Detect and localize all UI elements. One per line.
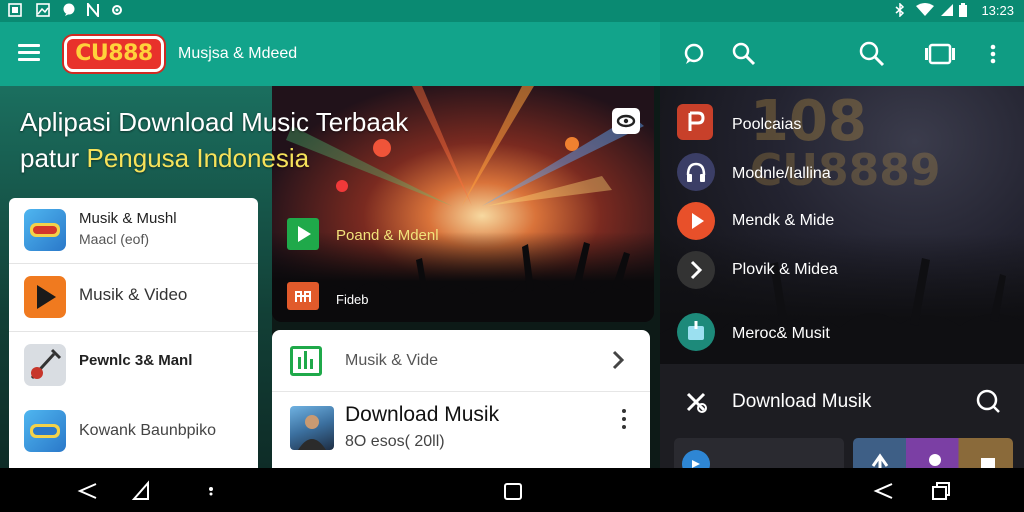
- guitar-icon: [24, 344, 66, 386]
- bottom-thumbnails[interactable]: [853, 438, 1013, 468]
- back-icon[interactable]: [872, 480, 894, 502]
- visibility-icon[interactable]: [612, 108, 640, 134]
- list-item-subtitle: Maacl (eof): [79, 231, 150, 247]
- hero-title-line1: Aplipasi Download Music Terbaak: [20, 107, 409, 137]
- more-vert-icon[interactable]: [988, 40, 998, 68]
- music-video-label: Musik & Vide: [345, 352, 439, 369]
- music-app-icon[interactable]: [677, 313, 715, 351]
- hero-title-line2: patur Pengusa Indonesia: [20, 140, 440, 176]
- gear-icon: [110, 3, 124, 17]
- app-bar-actions: [660, 22, 1024, 86]
- list-item[interactable]: Musik & Video: [9, 264, 258, 332]
- cast-icon[interactable]: [924, 40, 955, 68]
- equalizer-icon: [290, 346, 322, 376]
- back-icon[interactable]: [76, 480, 98, 502]
- concert-row2-label[interactable]: Fideb: [336, 292, 369, 308]
- chat-icon: [62, 3, 76, 17]
- menu-icon[interactable]: [18, 43, 42, 63]
- headset-icon[interactable]: [677, 153, 715, 191]
- play-icon[interactable]: [287, 218, 319, 250]
- side-item-label[interactable]: Poolcaias: [732, 115, 801, 135]
- concert-row1-label[interactable]: Poand & Mdenl: [336, 227, 439, 245]
- download-card: Musik & Vide Download Musik 8O esos( 20l…: [272, 330, 650, 468]
- search-icon[interactable]: [858, 40, 886, 68]
- list-item[interactable]: Kowank Baunbpiko: [9, 402, 258, 468]
- download-title[interactable]: Download Musik: [345, 402, 499, 428]
- app-bar-title: Musjsa & Mdeed: [178, 45, 298, 62]
- search-icon[interactable]: [975, 388, 1001, 414]
- app-logo-icon: [24, 410, 66, 452]
- video-icon[interactable]: [287, 282, 319, 310]
- hero-title-prefix: patur: [20, 143, 87, 173]
- status-time: 13:23: [981, 3, 1014, 18]
- download-row-title[interactable]: Download Musik: [732, 391, 871, 413]
- download-x-icon[interactable]: [684, 390, 708, 414]
- app-logo[interactable]: CU888: [64, 36, 164, 72]
- app-logo-icon: [24, 209, 66, 251]
- chevron-right-icon[interactable]: [677, 251, 715, 289]
- chat-bubble-icon[interactable]: [680, 40, 708, 68]
- artist-thumbnail[interactable]: [290, 406, 334, 450]
- podcast-icon[interactable]: [677, 104, 713, 140]
- music-video-row[interactable]: Musik & Vide: [272, 330, 650, 392]
- list-item-title: Pewnlc 3& Manl: [79, 352, 193, 369]
- status-bar: 13:23: [0, 0, 1024, 22]
- hero-title-highlight: Pengusa Indonesia: [86, 143, 310, 173]
- list-item[interactable]: Pewnlc 3& Manl: [9, 332, 258, 398]
- app-bar: CU888 Musjsa & Mdeed: [0, 22, 660, 86]
- side-item-label[interactable]: Mendk & Mide: [732, 211, 834, 231]
- more-vert-icon[interactable]: [620, 408, 628, 430]
- n-icon: [86, 1, 100, 19]
- recents-icon[interactable]: [930, 480, 952, 502]
- side-item-label[interactable]: Plovik & Midea: [732, 260, 838, 280]
- search-alt-icon[interactable]: [730, 40, 758, 68]
- download-subtitle: 8O esos( 20ll): [345, 433, 445, 450]
- bottom-card[interactable]: [674, 438, 844, 468]
- list-item-title: Kowank Baunbpiko: [79, 422, 216, 439]
- crowd-silhouette: [272, 232, 654, 322]
- bluetooth-icon: [893, 2, 907, 18]
- gallery-icon: [8, 3, 22, 17]
- signal-icon: [940, 3, 954, 17]
- dot-icon[interactable]: [207, 480, 215, 502]
- square-icon[interactable]: [502, 480, 524, 502]
- app-list-card: Musik & Mushl Maacl (eof) Musik & Video …: [9, 198, 258, 468]
- play-circle-icon[interactable]: [677, 202, 715, 240]
- screen: 13:23 CU888 Musjsa & Mdeed Poand & Mdenl…: [0, 0, 1024, 512]
- image-icon: [36, 3, 50, 17]
- side-item-label[interactable]: Meroc& Musit: [732, 324, 830, 344]
- navigation-bar: [0, 468, 1024, 512]
- side-item-label[interactable]: Modnle/Iallina: [732, 164, 831, 184]
- hero-title: Aplipasi Download Music Terbaak patur Pe…: [20, 104, 440, 176]
- list-item-title: Musik & Video: [79, 285, 188, 304]
- list-item-title: Musik & Mushl: [79, 210, 177, 227]
- list-item[interactable]: Musik & Mushl Maacl (eof): [9, 198, 258, 264]
- home-triangle-icon[interactable]: [130, 480, 152, 502]
- play-icon: [24, 276, 66, 318]
- chevron-right-icon[interactable]: [606, 348, 630, 372]
- wifi-icon: [915, 3, 935, 17]
- battery-icon: [958, 3, 968, 17]
